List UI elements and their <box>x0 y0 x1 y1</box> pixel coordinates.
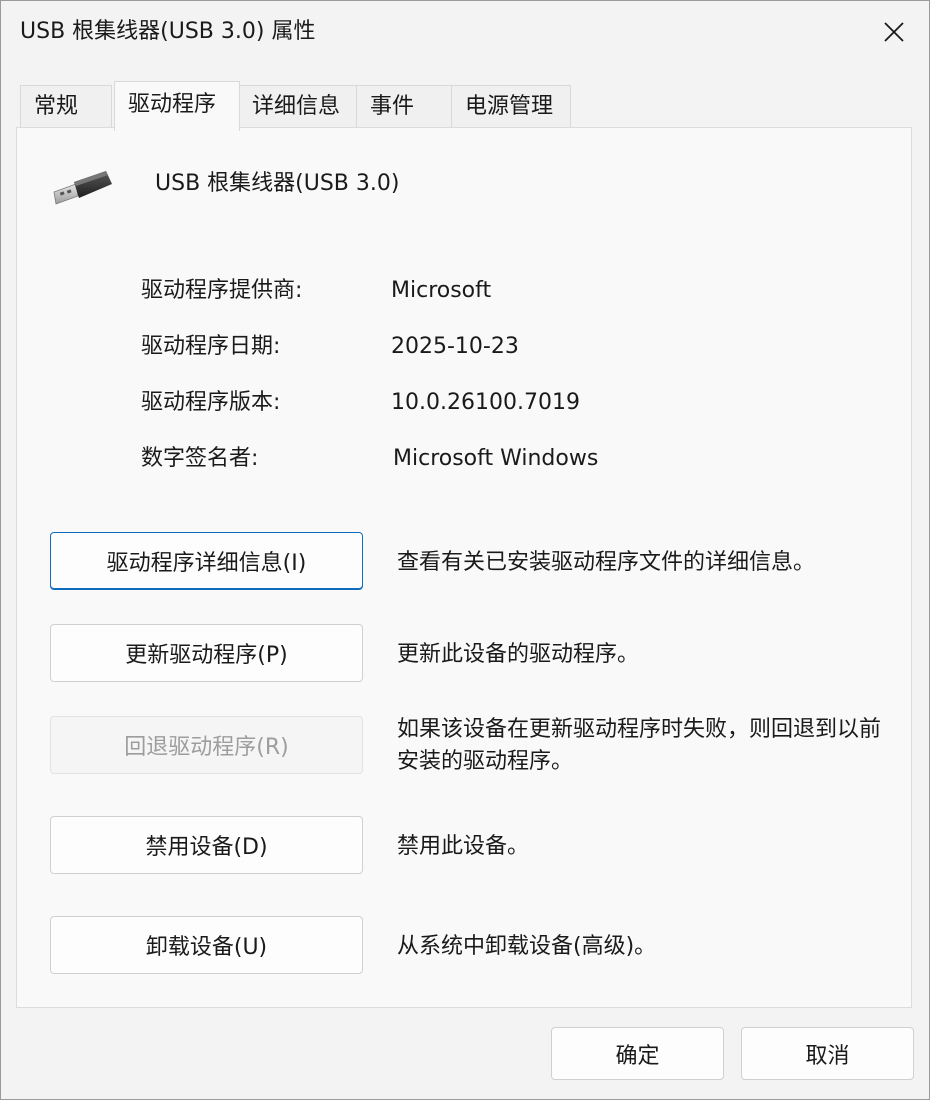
close-button[interactable] <box>863 9 925 55</box>
digital-signer-value: Microsoft Windows <box>393 446 599 471</box>
window-title: USB 根集线器(USB 3.0) 属性 <box>20 19 316 44</box>
driver-details-button[interactable]: 驱动程序详细信息(I) <box>50 532 363 590</box>
driver-version-label: 驱动程序版本: <box>141 390 281 415</box>
uninstall-device-description: 从系统中卸载设备(高级)。 <box>397 934 657 959</box>
tab-details[interactable]: 详细信息 <box>238 85 358 129</box>
close-icon <box>884 22 904 42</box>
cancel-button[interactable]: 取消 <box>741 1027 914 1080</box>
update-driver-button[interactable]: 更新驱动程序(P) <box>50 624 363 682</box>
disable-device-button[interactable]: 禁用设备(D) <box>50 816 363 874</box>
driver-date-value: 2025-10-23 <box>391 334 519 359</box>
device-name: USB 根集线器(USB 3.0) <box>155 171 400 196</box>
driver-details-description: 查看有关已安装驱动程序文件的详细信息。 <box>397 550 816 575</box>
digital-signer-label: 数字签名者: <box>141 446 259 471</box>
uninstall-device-button[interactable]: 卸载设备(U) <box>50 916 363 974</box>
ok-button[interactable]: 确定 <box>551 1027 724 1080</box>
driver-tab-panel: USB 根集线器(USB 3.0) 驱动程序提供商: Microsoft 驱动程… <box>16 127 912 1008</box>
disable-device-description: 禁用此设备。 <box>397 834 530 859</box>
update-driver-description: 更新此设备的驱动程序。 <box>397 642 640 667</box>
tab-events[interactable]: 事件 <box>356 85 453 129</box>
driver-provider-value: Microsoft <box>391 278 492 303</box>
driver-date-label: 驱动程序日期: <box>141 334 281 359</box>
roll-back-driver-description: 如果该设备在更新驱动程序时失败，则回退到以前安装的驱动程序。 <box>397 717 882 774</box>
title-bar: USB 根集线器(USB 3.0) 属性 <box>1 1 929 63</box>
driver-version-value: 10.0.26100.7019 <box>391 390 580 415</box>
tab-power-management[interactable]: 电源管理 <box>451 85 571 129</box>
usb-plug-icon <box>53 171 112 205</box>
tab-general[interactable]: 常规 <box>20 85 112 129</box>
driver-provider-label: 驱动程序提供商: <box>141 278 303 303</box>
tab-driver[interactable]: 驱动程序 <box>114 81 240 131</box>
roll-back-driver-button[interactable]: 回退驱动程序(R) <box>50 716 363 774</box>
